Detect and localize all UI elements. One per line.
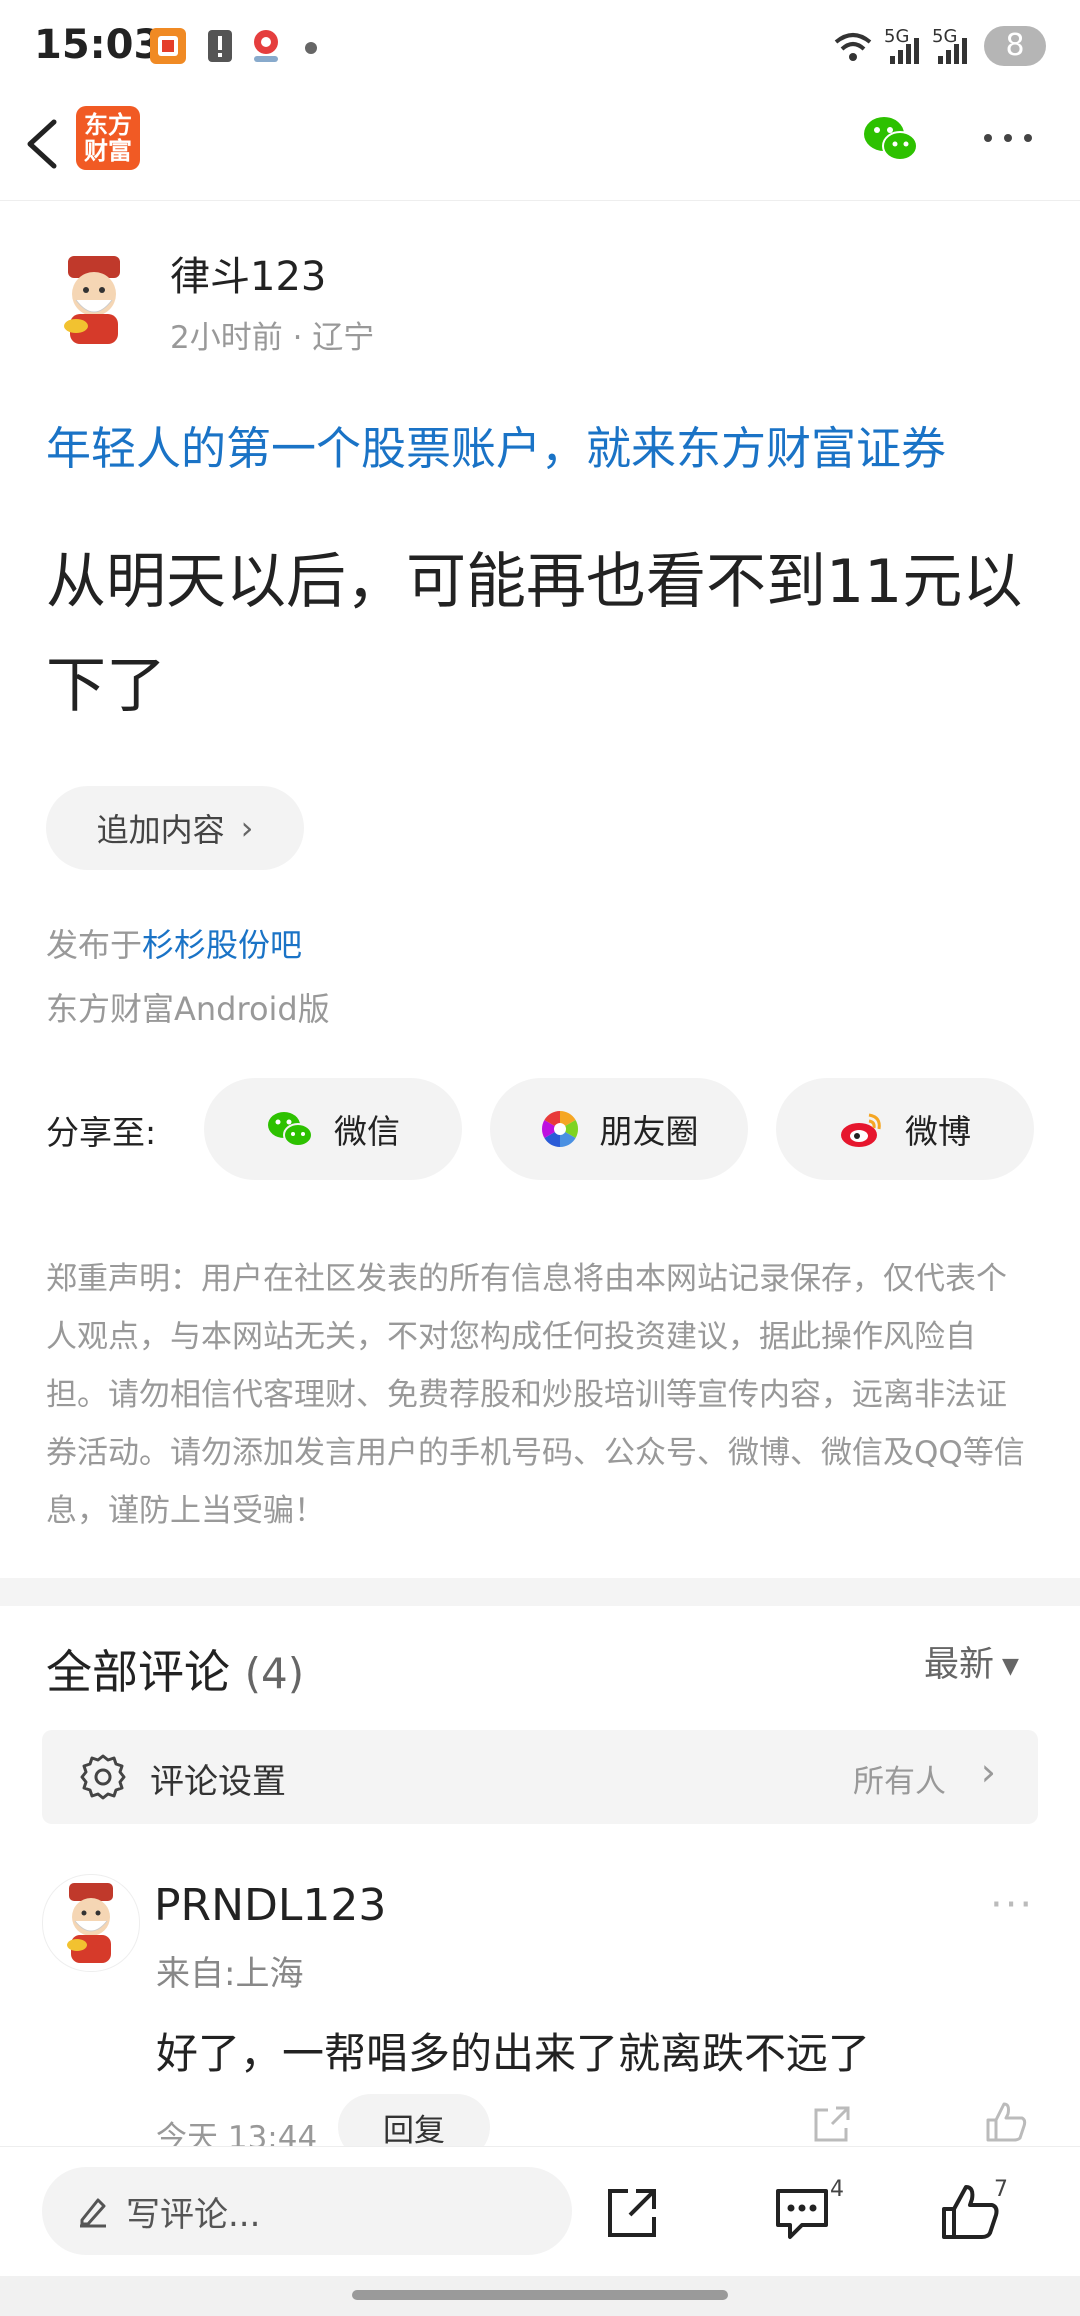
comment-icon[interactable] (772, 2183, 832, 2243)
published-in: 发布于杉杉股份吧 (46, 920, 302, 966)
add-content-label: 追加内容 (96, 811, 225, 849)
battery-indicator: 8 (984, 26, 1046, 66)
commenter-name[interactable]: PRNDL123 (154, 1880, 386, 1931)
client-version: 东方财富Android版 (46, 990, 330, 1028)
alert-icon (200, 26, 240, 66)
pencil-icon (76, 2194, 110, 2228)
write-comment-input[interactable]: 写评论... (42, 2167, 572, 2255)
like-icon[interactable] (940, 2183, 1000, 2243)
chevron-right-icon: › (980, 1750, 996, 1794)
author-name[interactable]: 律斗123 (170, 244, 326, 302)
signal-icon (884, 36, 924, 66)
caret-down-icon: ▼ (1002, 1653, 1019, 1679)
gear-icon (78, 1752, 128, 1802)
app-logo[interactable]: 东方财富 (76, 106, 140, 170)
share-wechat-label: 微信 (334, 1112, 400, 1151)
map-app-icon (246, 26, 286, 66)
signal-icon (932, 36, 972, 66)
bottom-action-bar: 写评论... 4 7 (0, 2146, 1080, 2277)
like-comment-icon[interactable] (984, 2100, 1028, 2144)
comments-title: 全部评论 (46, 1645, 230, 1699)
more-icon[interactable] (980, 128, 1036, 148)
wechat-icon (266, 1109, 314, 1149)
comments-header: 全部评论 (4) (46, 1636, 304, 1702)
settings-value: 所有人 (853, 1764, 946, 1800)
comment-more-icon[interactable]: ··· (990, 1882, 1034, 1928)
wifi-icon (832, 26, 872, 66)
share-label: 分享至: (46, 1113, 157, 1152)
share-icon[interactable] (602, 2183, 662, 2243)
share-moments-label: 朋友圈 (599, 1112, 699, 1151)
back-arrow-icon[interactable] (18, 114, 68, 174)
write-placeholder: 写评论... (126, 2194, 261, 2235)
home-indicator[interactable] (352, 2290, 728, 2300)
add-content-button[interactable]: 追加内容 › (46, 786, 304, 870)
sort-label: 最新 (924, 1645, 995, 1685)
post-meta: 2小时前 · 辽宁 (170, 320, 375, 356)
system-nav-bar (0, 2276, 1080, 2316)
commenter-location: 来自:上海 (156, 1954, 304, 1994)
dot-icon (304, 40, 318, 54)
commenter-avatar[interactable] (42, 1874, 140, 1972)
wechat-icon[interactable] (862, 112, 922, 168)
promo-link[interactable]: 年轻人的第一个股票账户，就来东方财富证券 (46, 412, 946, 477)
published-prefix: 发布于 (46, 926, 143, 964)
reply-label: 回复 (383, 2112, 445, 2149)
disclaimer-text: 郑重声明：用户在社区发表的所有信息将由本网站记录保存，仅代表个人观点，与本网站无… (46, 1261, 1025, 1529)
share-wechat-button[interactable]: 微信 (204, 1078, 462, 1180)
weibo-icon (839, 1109, 885, 1149)
top-nav: 东方财富 (0, 92, 1080, 201)
comment-count-badge: 4 (830, 2177, 844, 2202)
author-avatar[interactable] (46, 254, 142, 350)
status-bar: 15:03 5G 5G 8 (0, 0, 1080, 92)
share-comment-icon[interactable] (810, 2104, 854, 2144)
sort-dropdown[interactable]: 最新 ▼ (924, 1636, 1019, 1687)
moments-icon (540, 1109, 580, 1149)
board-link[interactable]: 杉杉股份吧 (142, 926, 302, 964)
share-weibo-button[interactable]: 微博 (776, 1078, 1034, 1180)
status-time: 15:03 (34, 22, 162, 68)
share-weibo-label: 微博 (905, 1112, 971, 1151)
settings-label: 评论设置 (150, 1762, 286, 1802)
share-moments-button[interactable]: 朋友圈 (490, 1078, 748, 1180)
logo-text: 东方财富 (84, 111, 132, 165)
chevron-right-icon: › (240, 809, 254, 847)
comment-text: 好了，一帮唱多的出来了就离跌不远了 (156, 2029, 871, 2078)
notification-app-icon (148, 26, 188, 66)
like-count-badge: 7 (994, 2177, 1008, 2202)
section-divider (0, 1578, 1080, 1606)
comment-settings-row[interactable]: 评论设置 所有人 › (42, 1730, 1038, 1824)
comments-count: (4) (244, 1649, 305, 1698)
post-title: 从明天以后，可能再也看不到11元以下了 (46, 547, 1023, 721)
